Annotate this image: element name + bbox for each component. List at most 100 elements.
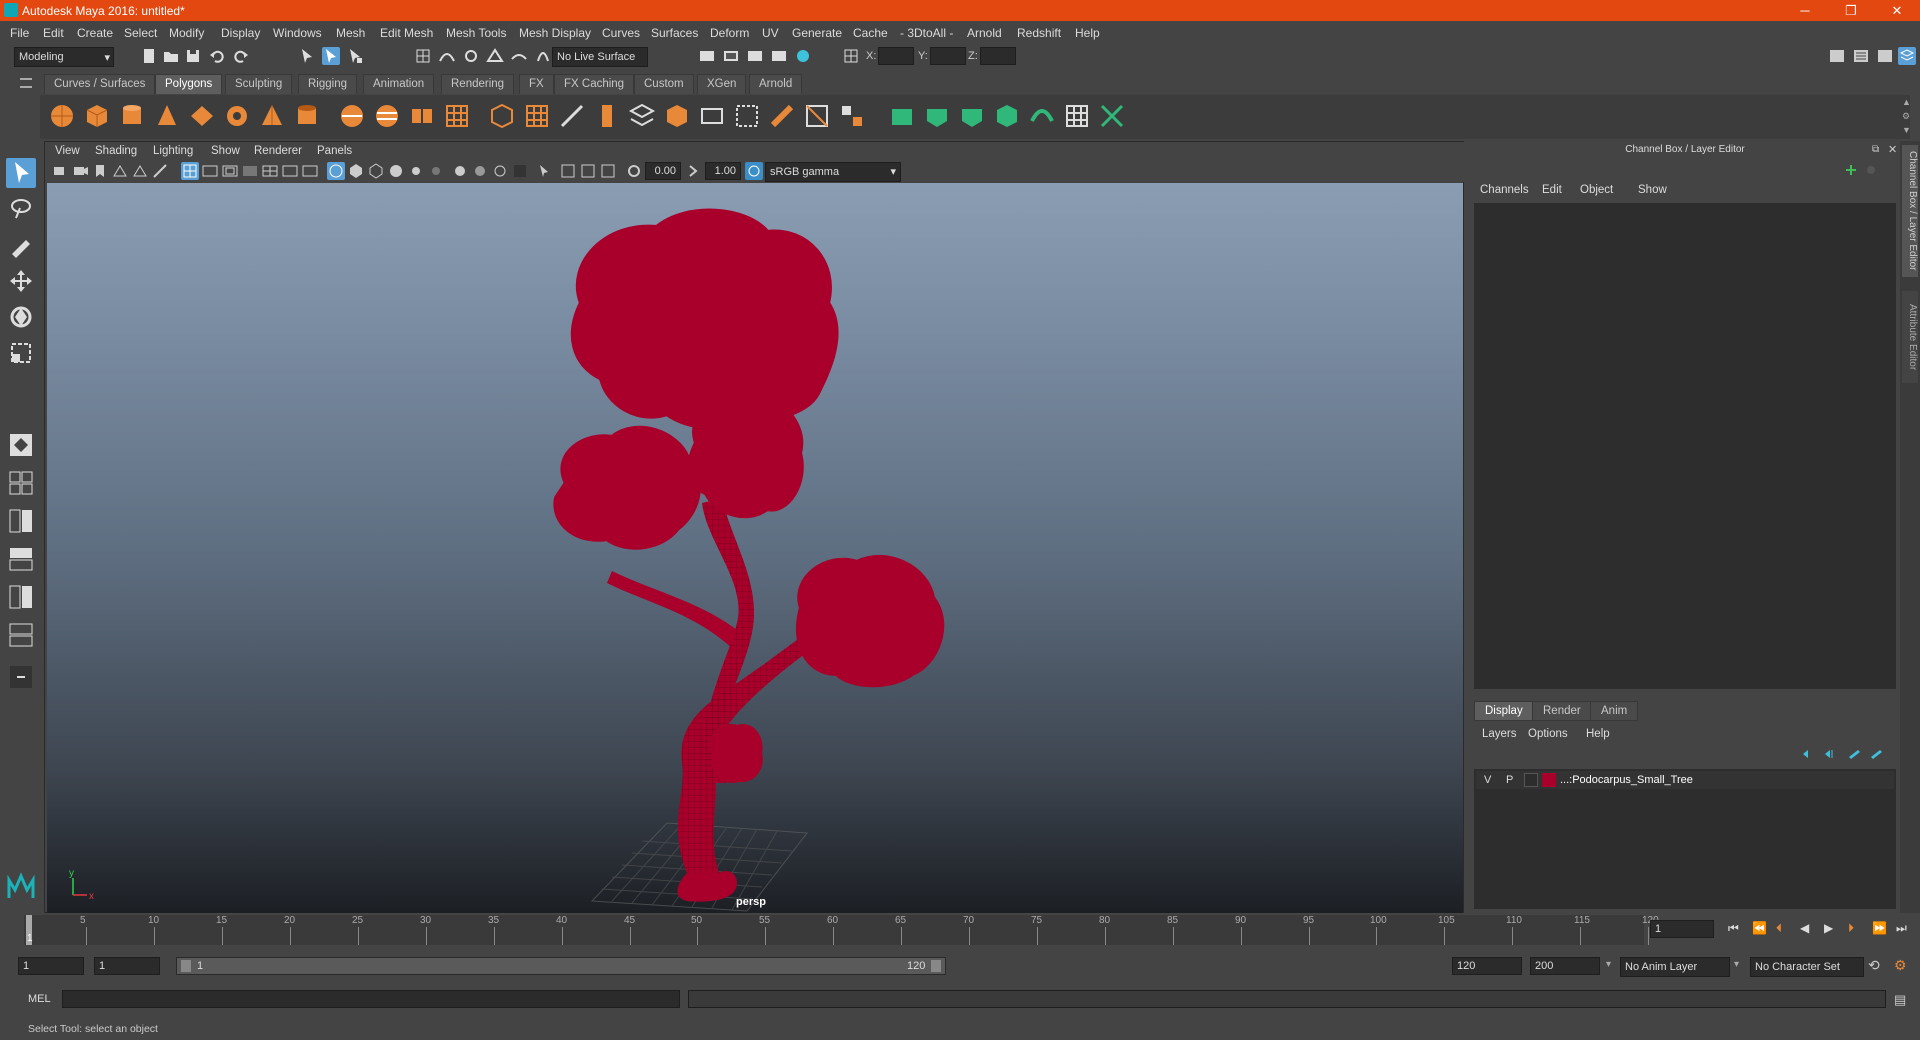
fill-hole-icon[interactable] — [732, 101, 762, 131]
uv-editor-icon[interactable] — [1062, 101, 1092, 131]
auto-key-icon[interactable]: ⟲ — [1868, 957, 1880, 974]
uv-spherical-icon[interactable] — [957, 101, 987, 131]
film-gate-icon[interactable] — [201, 162, 219, 180]
menu-modify[interactable]: Modify — [169, 26, 204, 40]
multi-cut-icon[interactable] — [557, 101, 587, 131]
playback-start-field[interactable]: 1 — [94, 957, 160, 975]
animation-end-field[interactable]: 200 — [1530, 957, 1600, 975]
menu-mesh-tools[interactable]: Mesh Tools — [446, 26, 506, 40]
uv-unfold-icon[interactable] — [1027, 101, 1057, 131]
uv-planar-icon[interactable] — [887, 101, 917, 131]
channel-box-key-icon[interactable] — [1844, 163, 1858, 177]
shelf-scroll-down-icon[interactable]: ▼ — [1902, 125, 1911, 135]
resolution-gate-icon[interactable] — [221, 162, 239, 180]
viewport-canvas[interactable]: y x persp — [47, 183, 1463, 913]
menu-mesh-display[interactable]: Mesh Display — [519, 26, 591, 40]
tree-model[interactable]: y x — [47, 183, 1463, 913]
shelf-menu-icon[interactable] — [20, 78, 32, 88]
safe-action-icon[interactable] — [281, 162, 299, 180]
z-field[interactable] — [980, 47, 1016, 65]
layer-tab-render[interactable]: Render — [1532, 701, 1592, 721]
play-forwards-icon[interactable]: ▶ — [1824, 921, 1833, 935]
snap-point-icon[interactable] — [462, 47, 480, 65]
scale-tool-icon[interactable] — [6, 338, 36, 368]
layer-tab-anim[interactable]: Anim — [1590, 701, 1639, 721]
default-material-icon[interactable] — [367, 162, 385, 180]
textured-icon[interactable] — [387, 162, 405, 180]
cb-menu-channels[interactable]: Channels — [1480, 184, 1529, 196]
color-management-icon[interactable] — [745, 162, 763, 180]
smooth-shade-icon[interactable] — [347, 162, 365, 180]
xray-components-icon[interactable] — [599, 162, 617, 180]
layout-options-icon[interactable] — [6, 662, 36, 692]
shelf-tab-sculpting[interactable]: Sculpting — [225, 74, 293, 94]
separate-faces-icon[interactable] — [837, 101, 867, 131]
ipr-render-icon[interactable] — [746, 47, 764, 65]
live-surface-field[interactable]: No Live Surface — [552, 47, 648, 67]
menu-edit-mesh[interactable]: Edit Mesh — [380, 26, 433, 40]
y-field[interactable] — [930, 47, 966, 65]
cb-menu-object[interactable]: Object — [1580, 184, 1613, 196]
restore-button[interactable]: ❐ — [1828, 0, 1874, 21]
uv-automatic-icon[interactable] — [992, 101, 1022, 131]
bevel-icon[interactable] — [662, 101, 692, 131]
motion-blur-icon[interactable] — [471, 162, 489, 180]
time-slider-track[interactable]: 1 5 10 15 20 25 30 35 40 45 50 55 60 65 70 75 80 85 90 95 1… — [24, 915, 1659, 945]
character-set-dropdown[interactable]: No Character Set — [1750, 957, 1864, 977]
menu-arnold[interactable]: Arnold — [967, 26, 1002, 40]
shelf-tab-fx-caching[interactable]: FX Caching — [554, 74, 635, 94]
menu-generate[interactable]: Generate — [792, 26, 842, 40]
xray-icon[interactable] — [559, 162, 577, 180]
transform-mode-icon[interactable] — [842, 47, 860, 65]
layer-row[interactable]: V P ...:Podocarpus_Small_Tree — [1476, 771, 1894, 789]
channel-box-lock-icon[interactable] — [1864, 163, 1878, 177]
chevron-down-icon[interactable]: ▾ — [1734, 959, 1739, 970]
vp-menu-panels[interactable]: Panels — [317, 145, 352, 157]
menu-display[interactable]: Display — [221, 26, 260, 40]
shelf-tab-polygons[interactable]: Polygons — [155, 74, 223, 94]
select-component-icon[interactable] — [346, 47, 364, 65]
booleans-icon[interactable] — [487, 101, 517, 131]
uv-layout-icon[interactable] — [1097, 101, 1127, 131]
select-hierarchy-icon[interactable] — [298, 47, 316, 65]
new-scene-icon[interactable] — [140, 47, 158, 65]
snap-surface-icon[interactable] — [510, 47, 528, 65]
layer-color-swatch[interactable] — [1542, 773, 1556, 787]
shelf-tab-fx[interactable]: FX — [519, 74, 554, 94]
undo-icon[interactable] — [208, 47, 226, 65]
wireframe-icon[interactable] — [327, 162, 345, 180]
mirror-icon[interactable] — [522, 101, 552, 131]
menu-windows[interactable]: Windows — [273, 26, 322, 40]
shadows-icon[interactable] — [427, 162, 445, 180]
render-view-icon[interactable] — [698, 47, 716, 65]
menu-uv[interactable]: UV — [762, 26, 779, 40]
move-tool-icon[interactable] — [6, 266, 36, 296]
image-plane-icon[interactable] — [111, 162, 129, 180]
persp-render-layout-icon[interactable] — [6, 620, 36, 650]
menu-surfaces[interactable]: Surfaces — [651, 26, 698, 40]
new-layer-selected-icon[interactable] — [1868, 747, 1884, 761]
layer-menu-options[interactable]: Options — [1528, 728, 1568, 740]
poly-sphere-icon[interactable] — [47, 101, 77, 131]
poly-cylinder-icon[interactable] — [117, 101, 147, 131]
shelf-scroll-up-icon[interactable]: ▲ — [1902, 97, 1911, 107]
vp-menu-view[interactable]: View — [55, 145, 80, 157]
cb-menu-edit[interactable]: Edit — [1542, 184, 1562, 196]
menu-curves[interactable]: Curves — [602, 26, 640, 40]
close-button[interactable]: ✕ — [1874, 0, 1920, 21]
tool-settings-toggle-icon[interactable] — [1876, 47, 1894, 65]
script-editor-icon[interactable]: ▤ — [1894, 992, 1906, 1008]
four-view-layout-icon[interactable] — [6, 468, 36, 498]
side-tab-attribute-editor[interactable]: Attribute Editor — [1902, 291, 1918, 383]
exposure-field[interactable]: 0.00 — [645, 162, 681, 180]
float-panel-icon[interactable]: ⧉ — [1872, 144, 1879, 155]
snap-grid-icon[interactable] — [414, 47, 432, 65]
command-input[interactable] — [62, 990, 680, 1008]
poly-cone-icon[interactable] — [152, 101, 182, 131]
grid-toggle-icon[interactable] — [181, 162, 199, 180]
layer-menu-layers[interactable]: Layers — [1482, 728, 1517, 740]
go-to-end-icon[interactable]: ⏭ — [1896, 921, 1907, 936]
play-backwards-icon[interactable]: ◀ — [1800, 921, 1809, 935]
gate-mask-icon[interactable] — [241, 162, 259, 180]
animation-preferences-icon[interactable]: ⚙ — [1894, 957, 1907, 974]
